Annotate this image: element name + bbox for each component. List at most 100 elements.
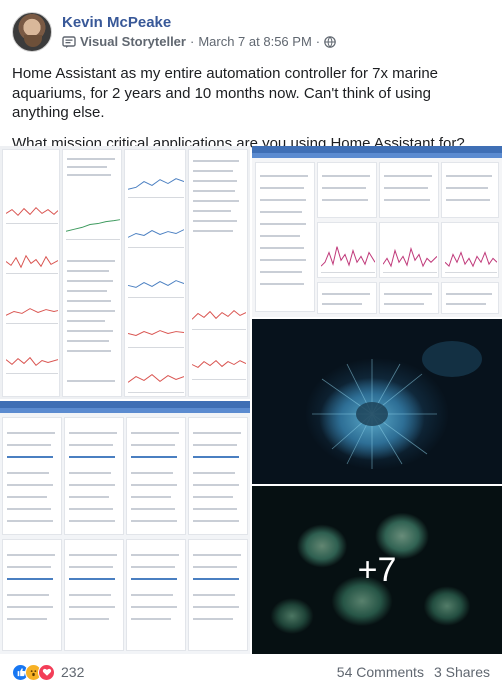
mini-row (67, 174, 111, 176)
mini-row (67, 350, 111, 352)
dashboard-tab-bar (252, 153, 502, 158)
mini-row (260, 271, 302, 273)
mini-row (69, 606, 115, 608)
avatar[interactable] (12, 12, 52, 52)
mini-row (67, 310, 115, 312)
engagement-counts: 54 Comments 3 Shares (337, 664, 490, 680)
mini-row (67, 320, 105, 322)
mini-row (7, 618, 47, 620)
mini-graph (128, 220, 184, 248)
mini-row (131, 432, 179, 434)
mini-row (7, 594, 49, 596)
mini-row (69, 484, 115, 486)
mini-row (260, 235, 300, 237)
mini-row (7, 606, 53, 608)
mini-row (260, 223, 306, 225)
mini-graph (6, 350, 58, 374)
mini-row (193, 472, 235, 474)
post-meta: Visual Storyteller · March 7 at 8:56 PM … (62, 34, 336, 49)
mini-slider (193, 578, 239, 580)
mini-row (7, 496, 47, 498)
mini-graph (66, 210, 120, 240)
mini-row (260, 211, 302, 213)
mini-row (131, 472, 173, 474)
more-photos-overlay[interactable]: +7 (252, 486, 502, 654)
mini-row (131, 496, 171, 498)
mini-graph (6, 300, 58, 324)
dashboard-card (126, 539, 186, 651)
mini-row (322, 187, 366, 189)
mini-graph (128, 170, 184, 198)
dashboard-tab-bar (0, 408, 250, 413)
mini-row (67, 300, 111, 302)
mini-row (67, 270, 109, 272)
dashboard-graph-card (379, 222, 439, 278)
badge-label[interactable]: Visual Storyteller (80, 34, 186, 49)
author-name[interactable]: Kevin McPeake (62, 14, 171, 31)
photo-wopr-dashboard[interactable] (252, 146, 502, 317)
shares-count[interactable]: 3 Shares (434, 664, 490, 680)
reactions-summary[interactable]: 232 (12, 663, 84, 681)
mini-row (7, 484, 53, 486)
avatar-beard (24, 35, 42, 47)
mini-row (131, 520, 177, 522)
dashboard-header-bar (0, 401, 250, 408)
post-timestamp[interactable]: March 7 at 8:56 PM (198, 34, 311, 49)
dashboard-graph-card (441, 222, 499, 278)
mini-row (193, 200, 239, 202)
meta-separator-2: · (315, 34, 321, 49)
dashboard-card (2, 539, 62, 651)
mini-graph (383, 233, 437, 273)
mini-row (193, 554, 241, 556)
mini-row (260, 175, 308, 177)
mini-graph (192, 300, 246, 330)
mini-row (67, 280, 113, 282)
mini-row (67, 290, 107, 292)
photo-grid: +7 (0, 146, 502, 654)
coral-illustration (312, 341, 482, 469)
mini-row (260, 187, 304, 189)
mini-row (384, 303, 424, 305)
dashboard-card (441, 282, 499, 314)
mini-row (193, 180, 237, 182)
mini-row (131, 444, 175, 446)
mini-row (446, 199, 490, 201)
mini-row (69, 496, 109, 498)
dashboard-card (317, 282, 377, 314)
mini-row (193, 618, 233, 620)
globe-icon (324, 35, 336, 48)
mini-row (193, 594, 235, 596)
mini-row (69, 594, 111, 596)
mini-row (67, 330, 113, 332)
dashboard-card (64, 417, 124, 535)
mini-row (193, 606, 239, 608)
dashboard-column-4 (188, 149, 248, 397)
mini-row (7, 520, 53, 522)
dashboard-card (64, 539, 124, 651)
mini-row (131, 484, 177, 486)
dashboard-header-bar (252, 146, 502, 153)
dashboard-column-3 (124, 149, 186, 397)
dashboard-card (317, 162, 377, 218)
dashboard-column-2 (62, 149, 122, 397)
mini-row (131, 606, 177, 608)
mini-graph (128, 320, 184, 348)
photo-reactor-dashboard[interactable] (0, 401, 250, 654)
mini-row (7, 432, 55, 434)
photo-dashboard-graphs[interactable] (0, 146, 250, 399)
mini-row (260, 247, 304, 249)
photo-bubble-coral[interactable]: +7 (252, 486, 502, 654)
mini-row (67, 166, 107, 168)
mini-row (193, 520, 239, 522)
dashboard-card (379, 162, 439, 218)
dashboard-card (379, 282, 439, 314)
more-photos-count: +7 (357, 550, 397, 589)
mini-row (7, 444, 51, 446)
mini-row (69, 554, 117, 556)
mini-row (193, 210, 231, 212)
mini-slider (69, 456, 115, 458)
photo-coral-blue[interactable] (252, 319, 502, 484)
comments-count[interactable]: 54 Comments (337, 664, 424, 680)
mini-row (384, 293, 432, 295)
post-footer: 232 54 Comments 3 Shares (12, 660, 490, 684)
